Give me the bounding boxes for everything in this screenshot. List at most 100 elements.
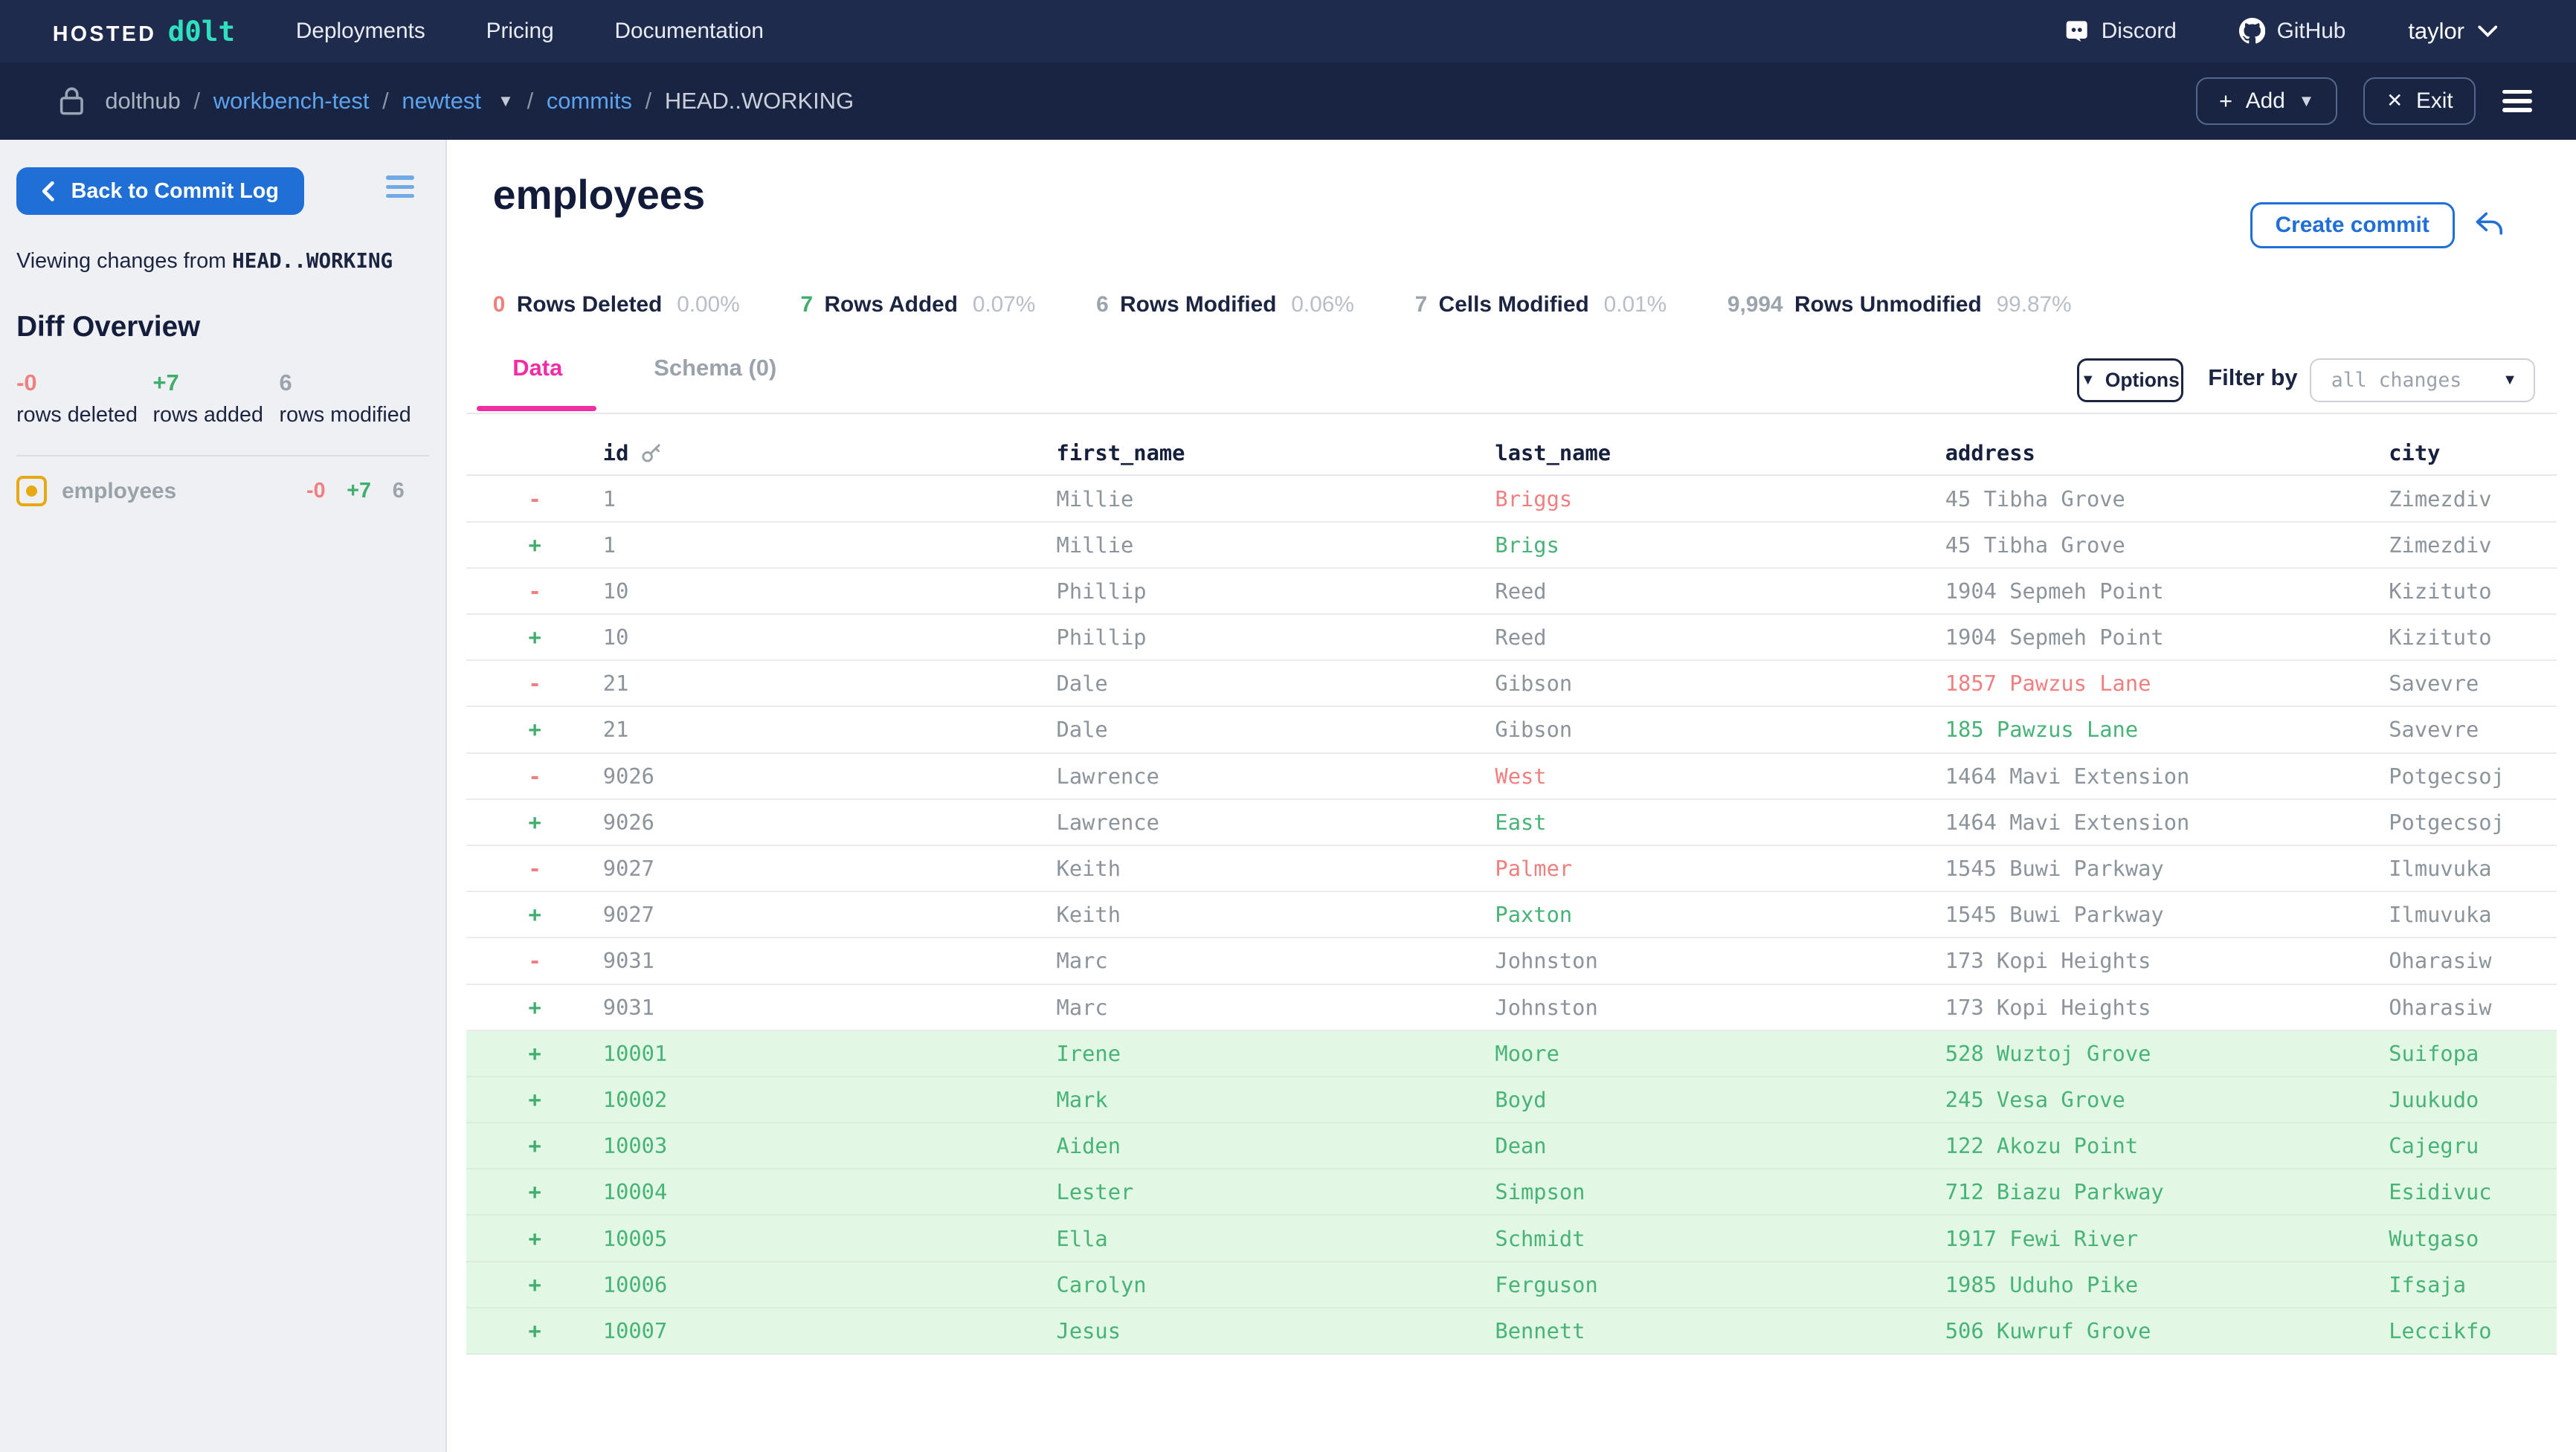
table-row[interactable]: +10007JesusBennett506 Kuwruf GroveLeccik… bbox=[466, 1309, 2556, 1355]
table-cell-city[interactable]: Kizituto bbox=[2389, 578, 2556, 604]
table-cell-city[interactable]: Esidivuc bbox=[2389, 1179, 2556, 1204]
table-cell-address[interactable]: 122 Akozu Point bbox=[1945, 1133, 2389, 1158]
table-cell-address[interactable]: 245 Vesa Grove bbox=[1945, 1087, 2389, 1112]
table-cell-last_name[interactable]: Bennett bbox=[1495, 1318, 1945, 1343]
table-cell-id[interactable]: 21 bbox=[603, 717, 1057, 742]
table-row[interactable]: +10005EllaSchmidt1917 Fewi RiverWutgaso bbox=[466, 1216, 2556, 1262]
table-cell-city[interactable]: Oharasiw bbox=[2389, 995, 2556, 1020]
table-cell-city[interactable]: Savevre bbox=[2389, 671, 2556, 696]
table-row[interactable]: +9027KeithPaxton1545 Buwi ParkwayIlmuvuk… bbox=[466, 892, 2556, 938]
table-cell-last_name[interactable]: Palmer bbox=[1495, 856, 1945, 881]
table-cell-last_name[interactable]: East bbox=[1495, 810, 1945, 835]
hosted-dolt-logo[interactable]: HOSTED d0lt bbox=[53, 15, 235, 48]
table-row[interactable]: -21DaleGibson1857 Pawzus LaneSavevre bbox=[466, 661, 2556, 707]
column-header-id[interactable]: id bbox=[603, 440, 629, 465]
table-row[interactable]: +9031MarcJohnston173 Kopi HeightsOharasi… bbox=[466, 985, 2556, 1031]
table-cell-last_name[interactable]: Schmidt bbox=[1495, 1226, 1945, 1251]
column-header-last-name[interactable]: last_name bbox=[1495, 440, 1611, 465]
table-cell-first_name[interactable]: Dale bbox=[1057, 717, 1495, 742]
filter-dropdown[interactable]: all changes ▼ bbox=[2310, 358, 2535, 403]
table-cell-last_name[interactable]: Ferguson bbox=[1495, 1272, 1945, 1297]
table-cell-id[interactable]: 21 bbox=[603, 671, 1057, 696]
table-cell-city[interactable]: Potgecsoj bbox=[2389, 764, 2556, 789]
table-cell-city[interactable]: Savevre bbox=[2389, 717, 2556, 742]
table-cell-last_name[interactable]: Briggs bbox=[1495, 486, 1945, 512]
table-cell-address[interactable]: 1545 Buwi Parkway bbox=[1945, 856, 2389, 881]
table-cell-first_name[interactable]: Aiden bbox=[1057, 1133, 1495, 1158]
exit-button[interactable]: ✕ Exit bbox=[2363, 77, 2476, 125]
sidebar-table-item-employees[interactable]: employees -0 +7 6 bbox=[16, 466, 429, 515]
table-cell-last_name[interactable]: Reed bbox=[1495, 625, 1945, 650]
table-cell-first_name[interactable]: Lester bbox=[1057, 1179, 1495, 1204]
table-cell-id[interactable]: 9027 bbox=[603, 902, 1057, 927]
table-cell-first_name[interactable]: Millie bbox=[1057, 486, 1495, 512]
tab-schema[interactable]: Schema (0) bbox=[654, 355, 776, 381]
table-row[interactable]: +21DaleGibson185 Pawzus LaneSavevre bbox=[466, 707, 2556, 753]
table-row[interactable]: +10001IreneMoore528 Wuztoj GroveSuifopa bbox=[466, 1031, 2556, 1077]
table-cell-id[interactable]: 9026 bbox=[603, 764, 1057, 789]
column-header-first-name[interactable]: first_name bbox=[1057, 440, 1185, 465]
table-cell-city[interactable]: Cajegru bbox=[2389, 1133, 2556, 1158]
table-cell-first_name[interactable]: Mark bbox=[1057, 1087, 1495, 1112]
table-cell-city[interactable]: Oharasiw bbox=[2389, 948, 2556, 973]
table-cell-address[interactable]: 1904 Sepmeh Point bbox=[1945, 578, 2389, 604]
table-cell-id[interactable]: 10005 bbox=[603, 1226, 1057, 1251]
table-row[interactable]: +9026LawrenceEast1464 Mavi ExtensionPotg… bbox=[466, 800, 2556, 846]
table-cell-id[interactable]: 10006 bbox=[603, 1272, 1057, 1297]
table-cell-address[interactable]: 1985 Uduho Pike bbox=[1945, 1272, 2389, 1297]
table-cell-first_name[interactable]: Carolyn bbox=[1057, 1272, 1495, 1297]
create-commit-button[interactable]: Create commit bbox=[2250, 202, 2455, 248]
table-cell-last_name[interactable]: Reed bbox=[1495, 578, 1945, 604]
table-cell-address[interactable]: 173 Kopi Heights bbox=[1945, 995, 2389, 1020]
table-row[interactable]: +1MillieBrigs45 Tibha GroveZimezdiv bbox=[466, 523, 2556, 569]
table-cell-city[interactable]: Juukudo bbox=[2389, 1087, 2556, 1112]
table-cell-first_name[interactable]: Millie bbox=[1057, 532, 1495, 558]
table-cell-city[interactable]: Wutgaso bbox=[2389, 1226, 2556, 1251]
table-cell-id[interactable]: 10 bbox=[603, 578, 1057, 604]
add-button[interactable]: + Add ▼ bbox=[2196, 77, 2337, 125]
table-cell-last_name[interactable]: Gibson bbox=[1495, 671, 1945, 696]
user-menu[interactable]: taylor bbox=[2408, 18, 2497, 45]
nav-deployments[interactable]: Deployments bbox=[296, 19, 425, 44]
table-cell-id[interactable]: 10 bbox=[603, 625, 1057, 650]
table-row[interactable]: +10PhillipReed1904 Sepmeh PointKizituto bbox=[466, 615, 2556, 661]
table-cell-first_name[interactable]: Keith bbox=[1057, 856, 1495, 881]
tab-data[interactable]: Data bbox=[512, 355, 562, 381]
table-cell-last_name[interactable]: Gibson bbox=[1495, 717, 1945, 742]
table-cell-first_name[interactable]: Jesus bbox=[1057, 1318, 1495, 1343]
table-cell-address[interactable]: 1917 Fewi River bbox=[1945, 1226, 2389, 1251]
table-cell-first_name[interactable]: Marc bbox=[1057, 948, 1495, 973]
table-cell-city[interactable]: Potgecsoj bbox=[2389, 810, 2556, 835]
table-cell-first_name[interactable]: Phillip bbox=[1057, 625, 1495, 650]
table-cell-address[interactable]: 528 Wuztoj Grove bbox=[1945, 1041, 2389, 1066]
table-cell-city[interactable]: Ifsaja bbox=[2389, 1272, 2556, 1297]
sidebar-hamburger-icon[interactable] bbox=[386, 175, 414, 198]
table-cell-address[interactable]: 173 Kopi Heights bbox=[1945, 948, 2389, 973]
table-cell-id[interactable]: 10007 bbox=[603, 1318, 1057, 1343]
undo-icon[interactable] bbox=[2474, 210, 2504, 239]
table-cell-first_name[interactable]: Dale bbox=[1057, 671, 1495, 696]
table-row[interactable]: -1MillieBriggs45 Tibha GroveZimezdiv bbox=[466, 476, 2556, 522]
table-cell-address[interactable]: 1904 Sepmeh Point bbox=[1945, 625, 2389, 650]
nav-documentation[interactable]: Documentation bbox=[614, 19, 764, 44]
table-cell-first_name[interactable]: Irene bbox=[1057, 1041, 1495, 1066]
table-cell-last_name[interactable]: Dean bbox=[1495, 1133, 1945, 1158]
table-cell-city[interactable]: Ilmuvuka bbox=[2389, 856, 2556, 881]
table-cell-address[interactable]: 1545 Buwi Parkway bbox=[1945, 902, 2389, 927]
back-to-commit-log-button[interactable]: Back to Commit Log bbox=[16, 167, 304, 215]
column-header-address[interactable]: address bbox=[1945, 440, 2035, 465]
table-cell-city[interactable]: Zimezdiv bbox=[2389, 532, 2556, 558]
breadcrumb-branch-link[interactable]: newtest bbox=[402, 88, 481, 114]
table-cell-address[interactable]: 45 Tibha Grove bbox=[1945, 532, 2389, 558]
table-cell-city[interactable]: Zimezdiv bbox=[2389, 486, 2556, 512]
table-row[interactable]: -9031MarcJohnston173 Kopi HeightsOharasi… bbox=[466, 938, 2556, 984]
table-row[interactable]: +10002MarkBoyd245 Vesa GroveJuukudo bbox=[466, 1077, 2556, 1123]
table-cell-id[interactable]: 9027 bbox=[603, 856, 1057, 881]
table-cell-last_name[interactable]: Johnston bbox=[1495, 948, 1945, 973]
table-cell-address[interactable]: 506 Kuwruf Grove bbox=[1945, 1318, 2389, 1343]
discord-link[interactable]: Discord bbox=[2064, 18, 2177, 44]
table-cell-first_name[interactable]: Keith bbox=[1057, 902, 1495, 927]
table-cell-id[interactable]: 10001 bbox=[603, 1041, 1057, 1066]
table-cell-address[interactable]: 1464 Mavi Extension bbox=[1945, 810, 2389, 835]
table-cell-last_name[interactable]: Simpson bbox=[1495, 1179, 1945, 1204]
